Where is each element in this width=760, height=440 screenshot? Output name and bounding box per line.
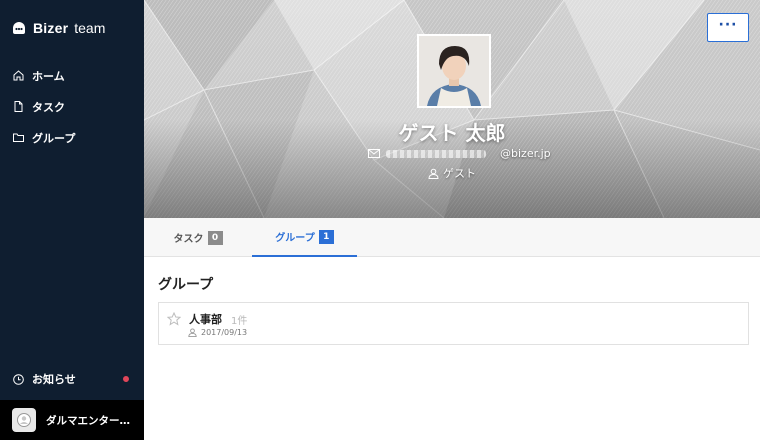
tab-groups[interactable]: グループ 1 <box>252 218 357 257</box>
more-options-button[interactable]: ··· <box>707 13 749 42</box>
mail-icon <box>368 149 380 158</box>
profile-email: @bizer.jp <box>368 147 551 160</box>
user-icon <box>188 328 197 337</box>
group-name[interactable]: 人事部 <box>189 311 222 327</box>
sidebar-item-label: タスク <box>32 100 65 114</box>
sidebar-item-label: ホーム <box>32 69 65 83</box>
notification-badge <box>123 376 129 382</box>
sidebar-item-groups[interactable]: グループ <box>0 122 144 153</box>
organization-switcher[interactable]: ダルマエンターテイメント <box>0 400 144 440</box>
group-created-date: 2017/09/13 <box>201 328 248 337</box>
profile-header: ··· ゲスト 太郎 @bizer.jp ゲスト <box>144 0 760 218</box>
home-icon <box>13 70 24 81</box>
folder-icon <box>13 132 24 143</box>
email-domain: @bizer.jp <box>500 147 551 160</box>
user-icon <box>428 168 439 179</box>
section-title: グループ <box>158 277 214 293</box>
tab-tasks[interactable]: タスク 0 <box>144 218 252 257</box>
role-label: ゲスト <box>443 167 476 180</box>
header-background-pattern <box>144 0 760 218</box>
document-icon <box>13 101 24 112</box>
profile-role: ゲスト <box>144 165 760 181</box>
profile-photo <box>419 36 489 106</box>
group-item-count: 1件 <box>231 316 248 327</box>
profile-tabs: タスク 0 グループ 1 <box>144 218 760 257</box>
bizer-logo-icon <box>13 22 25 34</box>
profile-name: ゲスト 太郎 <box>398 121 506 145</box>
sidebar: Bizer team ホーム タスク グループ お知らせ ダルマエンターテ <box>0 0 144 440</box>
organization-avatar <box>12 408 36 432</box>
star-icon[interactable] <box>167 312 181 326</box>
logo[interactable]: Bizer team <box>11 20 105 36</box>
sidebar-item-label: グループ <box>32 131 76 145</box>
email-redacted <box>386 149 486 158</box>
list-item[interactable]: 人事部 1件 2017/09/13 <box>158 302 749 345</box>
sidebar-item-label: お知らせ <box>32 373 76 386</box>
brand-name: Bizer <box>33 20 69 36</box>
sidebar-item-tasks[interactable]: タスク <box>0 91 144 122</box>
tab-label: タスク <box>173 234 204 245</box>
more-options-label: ··· <box>718 16 738 33</box>
clock-icon <box>13 370 24 389</box>
tab-count-badge: 0 <box>207 230 223 245</box>
brand-sub: team <box>74 20 106 36</box>
sidebar-item-home[interactable]: ホーム <box>0 60 144 91</box>
organization-name: ダルマエンターテイメント <box>46 414 132 427</box>
sidebar-nav: ホーム タスク グループ <box>0 60 144 153</box>
tab-count-badge: 1 <box>318 229 334 244</box>
tab-label: グループ <box>275 233 315 244</box>
sidebar-item-notifications[interactable]: お知らせ <box>0 368 144 390</box>
profile-avatar <box>417 34 491 108</box>
